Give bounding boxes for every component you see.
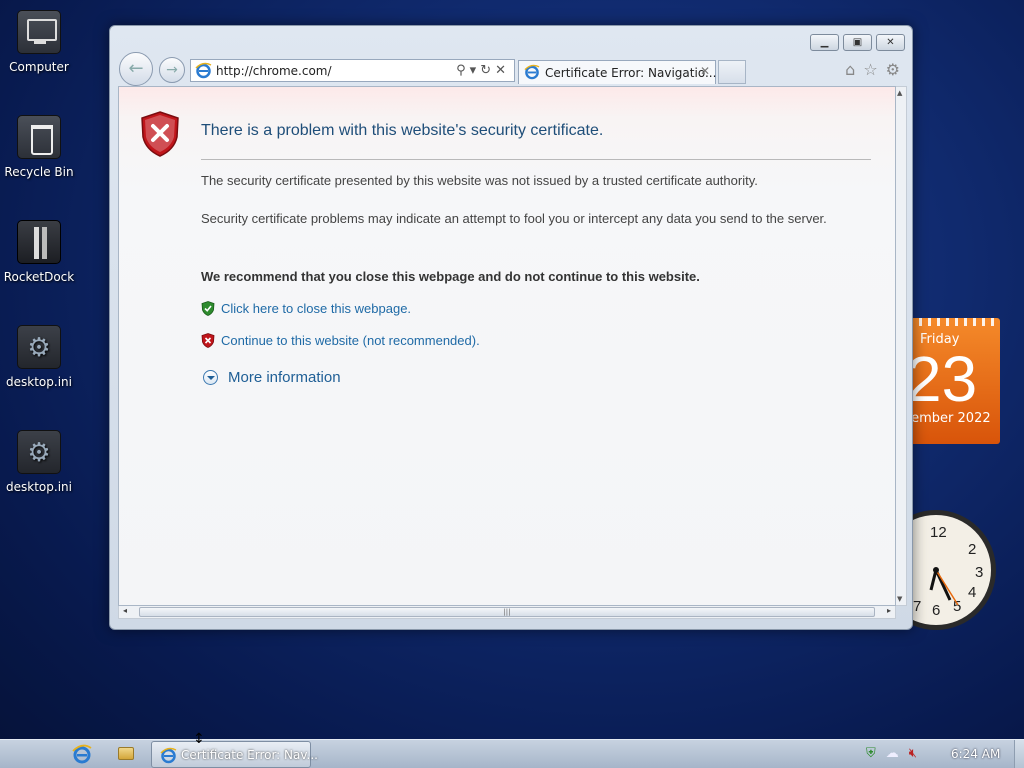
horizontal-scroll-thumb[interactable]: ||| — [139, 607, 875, 617]
more-information-label: More information — [228, 369, 341, 386]
back-button[interactable]: ← — [119, 52, 153, 86]
clock-face: 12 2 3 4 5 6 7 — [902, 510, 996, 630]
clock-number-4: 4 — [968, 584, 976, 601]
desktop-icon-label: Recycle Bin — [4, 165, 74, 179]
tab-certificate-error[interactable]: Certificate Error: Navigatio... ✕ — [518, 60, 716, 84]
calendar-month-year: cember 2022 — [904, 411, 991, 426]
page-content: There is a problem with this website's s… — [118, 86, 896, 606]
desktop-icon-desktop-ini-1[interactable]: ⚙ desktop.ini — [0, 325, 78, 389]
error-shield-icon — [141, 111, 179, 157]
computer-icon — [17, 10, 61, 54]
horizontal-scrollbar[interactable]: ◂ ||| ▸ — [118, 606, 896, 619]
network-icon[interactable]: ☁ — [886, 746, 899, 761]
close-webpage-link-text[interactable]: Click here to close this webpage. — [221, 301, 411, 316]
address-bar[interactable]: http://chrome.com/ ⚲▾↻✕ — [190, 59, 515, 82]
vertical-scrollbar[interactable]: ▲ ▼ — [896, 86, 907, 606]
show-desktop-button[interactable] — [1014, 740, 1024, 768]
calendar-gadget[interactable]: Friday 23 cember 2022 — [904, 318, 1000, 444]
clock-number-7: 7 — [913, 598, 921, 615]
recycle-bin-icon — [17, 115, 61, 159]
desktop-icon-label: desktop.ini — [6, 480, 72, 494]
clock-number-3: 3 — [975, 564, 983, 581]
desktop-icon-recycle-bin[interactable]: Recycle Bin — [0, 115, 78, 179]
recommendation-text: We recommend that you close this webpage… — [201, 269, 700, 284]
desktop-icon-label: desktop.ini — [6, 375, 72, 389]
forward-button[interactable]: → — [159, 57, 185, 83]
scroll-right-icon[interactable]: ▸ — [887, 606, 891, 615]
taskbar-clock[interactable]: 6:24 AM — [951, 747, 1000, 761]
new-tab-button[interactable] — [718, 60, 746, 84]
clock-number-2: 2 — [968, 541, 976, 558]
minimize-button[interactable]: ▁ — [810, 34, 839, 51]
desktop-icon-rocketdock[interactable]: RocketDock — [0, 220, 78, 284]
desktop-icon-label: RocketDock — [3, 270, 75, 284]
clock-gadget[interactable]: 12 2 3 4 5 6 7 — [902, 508, 1000, 632]
taskbar-task-certificate-error[interactable]: Certificate Error: Nav... — [151, 741, 318, 768]
clock-number-12: 12 — [930, 524, 947, 541]
address-tools: ⚲▾↻✕ — [456, 63, 510, 78]
ie-logo-icon — [195, 62, 212, 79]
ie-logo-icon — [524, 64, 540, 80]
clock-number-5: 5 — [953, 598, 961, 615]
search-icon[interactable]: ⚲ — [456, 63, 470, 78]
taskbar: Certificate Error: Nav... ⛨ ☁ 🔇︎ 6:24 AM — [0, 739, 1024, 768]
scroll-down-icon[interactable]: ▼ — [897, 595, 902, 603]
certificate-untrusted-text: The security certificate presented by th… — [201, 173, 758, 188]
forward-arrow-icon: → — [166, 62, 178, 78]
settings-file-icon: ⚙ — [17, 430, 61, 474]
clock-number-6: 6 — [932, 602, 940, 619]
green-shield-check-icon — [201, 301, 215, 316]
scroll-up-icon[interactable]: ▲ — [897, 89, 902, 97]
page-title: There is a problem with this website's s… — [201, 122, 604, 139]
browser-toolbar-right: ⌂ ☆ ⚙ — [845, 60, 900, 79]
rocketdock-icon — [17, 220, 61, 264]
system-tray: ⛨ ☁ 🔇︎ — [866, 746, 917, 761]
heading-divider — [201, 159, 871, 160]
red-shield-x-icon — [201, 333, 215, 348]
ie-logo-icon — [160, 747, 177, 764]
expand-chevron-icon — [203, 370, 218, 385]
home-icon[interactable]: ⌂ — [845, 60, 855, 79]
taskbar-task-label: Certificate Error: Nav... — [181, 748, 318, 762]
desktop-icon-desktop-ini-2[interactable]: ⚙ desktop.ini — [0, 430, 78, 494]
mouse-cursor-icon: ↕ — [193, 731, 205, 747]
continue-website-link-text[interactable]: Continue to this website (not recommende… — [221, 333, 480, 348]
certificate-warning-text: Security certificate problems may indica… — [201, 211, 827, 226]
desktop-icon-label: Computer — [9, 60, 69, 74]
tab-title: Certificate Error: Navigatio... — [545, 66, 717, 80]
security-shield-icon[interactable]: ⛨ — [866, 746, 876, 761]
calendar-day: 23 — [906, 343, 978, 415]
speaker-muted-icon[interactable]: 🔇︎ — [909, 746, 917, 761]
address-url[interactable]: http://chrome.com/ — [216, 64, 332, 78]
more-information-toggle[interactable]: More information — [203, 369, 341, 386]
browser-window[interactable]: ▁ ▣ ✕ ← → http://chrome.com/ ⚲▾↻✕ Certif… — [109, 25, 913, 630]
stop-icon[interactable]: ✕ — [495, 63, 510, 78]
calendar-rings — [904, 318, 1000, 326]
tab-close-icon[interactable]: ✕ — [700, 64, 710, 78]
favorites-star-icon[interactable]: ☆ — [863, 60, 877, 79]
folder-taskbar-icon[interactable] — [118, 747, 134, 760]
settings-file-icon: ⚙ — [17, 325, 61, 369]
refresh-icon[interactable]: ↻ — [480, 63, 495, 78]
back-arrow-icon: ← — [128, 58, 144, 79]
maximize-button[interactable]: ▣ — [843, 34, 872, 51]
window-controls: ▁ ▣ ✕ — [810, 34, 905, 51]
desktop-icon-computer[interactable]: Computer — [0, 10, 78, 74]
close-window-button[interactable]: ✕ — [876, 34, 905, 51]
gear-icon[interactable]: ⚙ — [886, 60, 900, 79]
close-webpage-link[interactable]: Click here to close this webpage. — [201, 301, 411, 316]
scroll-left-icon[interactable]: ◂ — [123, 606, 127, 615]
navigation-bar: ← → http://chrome.com/ ⚲▾↻✕ Certificate … — [118, 52, 904, 86]
continue-website-link[interactable]: Continue to this website (not recommende… — [201, 333, 480, 348]
ie-taskbar-icon[interactable] — [72, 744, 92, 764]
dropdown-icon[interactable]: ▾ — [470, 63, 481, 78]
